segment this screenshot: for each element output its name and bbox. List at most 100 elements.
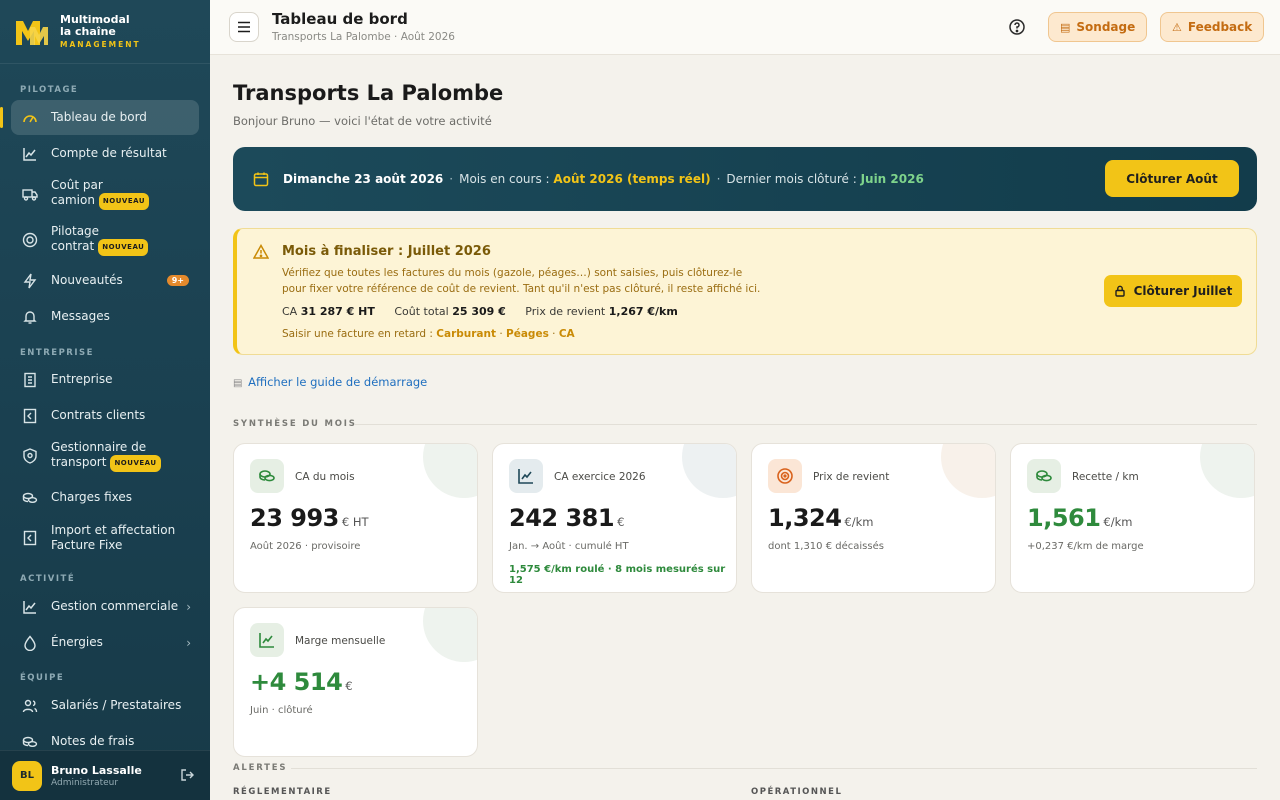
close-august-button[interactable]: Clôturer Août [1105, 160, 1239, 197]
link-ca[interactable]: CA [559, 328, 575, 340]
coins-icon [22, 490, 38, 506]
menu-toggle-button[interactable] [229, 12, 259, 42]
card-unit: € HT [341, 515, 369, 529]
kpi-card-ca-mois[interactable]: CA du mois 23 993 € HT Août 2026 · provis… [233, 443, 478, 593]
cost-value: 25 309 € [452, 305, 506, 318]
alert-title-month: Juillet 2026 [407, 244, 491, 259]
brand-tagline: MANAGEMENT [60, 39, 141, 49]
new-badge: NOUVEAU [98, 239, 149, 256]
warning-icon: ⚠ [1172, 20, 1182, 34]
card-subtitle: dont 1,310 € décaissés [768, 541, 884, 552]
ca-value: 31 287 € HT [300, 305, 375, 318]
card-unit: € [345, 679, 353, 693]
sidebar-item-contrats-clients[interactable]: Contrats clients [11, 398, 199, 433]
card-subtitle: Juin · clôturé [250, 705, 313, 716]
page-title: Transports La Palombe [233, 81, 504, 105]
sidebar-item-cout-par-camion[interactable]: Coût par camion NOUVEAU [11, 174, 199, 214]
main-content: Transports La Palombe Bonjour Bruno — vo… [210, 55, 1280, 800]
link-carburant[interactable]: Carburant [436, 328, 496, 340]
sidebar-item-entreprise[interactable]: Entreprise [11, 362, 199, 397]
card-value: 242 381 [509, 504, 615, 532]
startup-guide-link[interactable]: ▤ Afficher le guide de démarrage [233, 375, 427, 389]
close-july-button[interactable]: Clôturer Juillet [1104, 275, 1242, 307]
sidebar-item-label: Coût par [51, 178, 103, 192]
new-badge: NOUVEAU [98, 193, 150, 210]
alert-stats: CA 31 287 € HT Coût total 25 309 € Prix … [282, 305, 694, 318]
card-decoration [1200, 444, 1254, 498]
chart-line-icon [22, 146, 38, 162]
bell-icon [22, 309, 38, 325]
current-month-value: Août 2026 (temps réel) [553, 172, 711, 186]
survey-button[interactable]: ▤ Sondage [1048, 12, 1148, 42]
survey-label: Sondage [1076, 20, 1136, 34]
card-label: CA du mois [295, 471, 355, 483]
sidebar-item-salaries[interactable]: Salariés / Prestataires [11, 688, 199, 723]
sidebar-item-label: Gestion commerciale [51, 599, 179, 613]
price-value: 1,267 €/km [608, 305, 678, 318]
cost-label: Coût total [394, 305, 449, 318]
avatar[interactable]: BL [12, 760, 42, 791]
sidebar-item-gestion-commerciale[interactable]: Gestion commerciale › [11, 589, 199, 624]
sidebar-item-label: Compte de résultat [51, 146, 167, 160]
lock-icon [1114, 285, 1126, 297]
last-closed-label: Dernier mois clôturé : [726, 172, 857, 186]
alerts-regulatory-heading: RÉGLEMENTAIRE [233, 787, 332, 797]
gauge-icon [22, 110, 38, 126]
sidebar-item-compte-de-resultat[interactable]: Compte de résultat [11, 136, 199, 171]
coins-icon [250, 459, 284, 493]
card-decoration [423, 608, 477, 662]
separator: · [449, 172, 454, 186]
alert-title-prefix: Mois à finaliser : [282, 244, 408, 259]
truck-icon [22, 186, 38, 202]
late-invoice-links: Saisir une facture en retard : Carburant… [282, 328, 575, 340]
card-label: CA exercice 2026 [554, 471, 646, 483]
sidebar-item-nouveautes[interactable]: Nouveautés 9+ [11, 263, 199, 298]
sidebar-item-label: Import et affectation [51, 523, 176, 537]
sidebar-item-label: Notes de frais [51, 734, 135, 748]
card-value: 1,561 [1027, 504, 1101, 532]
sidebar-item-gestionnaire-transport[interactable]: Gestionnaire de transport NOUVEAU [11, 436, 199, 476]
chevron-right-icon: › [186, 599, 191, 614]
synthesis-heading: SYNTHÈSE DU MOIS [233, 419, 357, 429]
alerts-heading: ALERTES [233, 763, 288, 773]
brand[interactable]: Multimodal la chaîne MANAGEMENT [14, 12, 141, 52]
sidebar-item-tableau-de-bord[interactable]: Tableau de bord [0, 100, 199, 135]
sidebar-item-import-facture[interactable]: Import et affectation Facture Fixe [11, 518, 199, 558]
kpi-card-ca-exercice[interactable]: CA exercice 2026 242 381 € Jan. → Août · … [492, 443, 737, 593]
link-peages[interactable]: Péages [506, 328, 549, 340]
sidebar-item-label: Contrats clients [51, 408, 146, 422]
sidebar-item-energies[interactable]: Énergies › [11, 625, 199, 660]
kpi-card-marge-mensuelle[interactable]: Marge mensuelle +4 514 € Juin · clôturé [233, 607, 478, 757]
help-icon[interactable] [1008, 18, 1026, 36]
sidebar-item-pilotage-contrat[interactable]: Pilotage contrat NOUVEAU [11, 220, 199, 260]
kpi-card-recette-km[interactable]: Recette / km 1,561 €/km +0,237 €/km de ma… [1010, 443, 1255, 593]
divider [291, 768, 1257, 769]
ca-label: CA [282, 305, 298, 318]
section-equipe: ÉQUIPE [20, 673, 65, 683]
user-name: Bruno Lassalle [51, 763, 142, 777]
separator: · [716, 172, 721, 186]
card-subtitle: +0,237 €/km de marge [1027, 541, 1144, 552]
kpi-card-prix-de-revient[interactable]: Prix de revient 1,324 €/km dont 1,310 € d… [751, 443, 996, 593]
guide-link-label: Afficher le guide de démarrage [248, 375, 428, 389]
sidebar-item-label: Salariés / Prestataires [51, 698, 182, 712]
header-title: Tableau de bord [272, 10, 408, 28]
logout-icon[interactable] [180, 768, 194, 782]
card-unit: €/km [844, 515, 874, 529]
card-unit: € [617, 515, 625, 529]
section-pilotage: PILOTAGE [20, 85, 79, 95]
feedback-label: Feedback [1187, 20, 1253, 34]
sidebar-item-label: Gestionnaire de [51, 440, 147, 454]
wallet-icon [22, 734, 38, 750]
top-header: Tableau de bord Transports La Palombe · … [210, 0, 1280, 55]
sidebar-item-messages[interactable]: Messages [11, 299, 199, 334]
page-subtitle: Bonjour Bruno — voici l'état de votre ac… [233, 114, 492, 128]
alert-title: Mois à finaliser : Juillet 2026 [282, 244, 491, 259]
sidebar-item-label: Tableau de bord [51, 110, 147, 124]
card-subtitle: Août 2026 · provisoire [250, 541, 361, 552]
sidebar-item-charges-fixes[interactable]: Charges fixes [11, 480, 199, 515]
feedback-button[interactable]: ⚠ Feedback [1160, 12, 1265, 42]
target-icon [22, 232, 38, 248]
card-decoration [423, 444, 477, 498]
coins-icon [1027, 459, 1061, 493]
